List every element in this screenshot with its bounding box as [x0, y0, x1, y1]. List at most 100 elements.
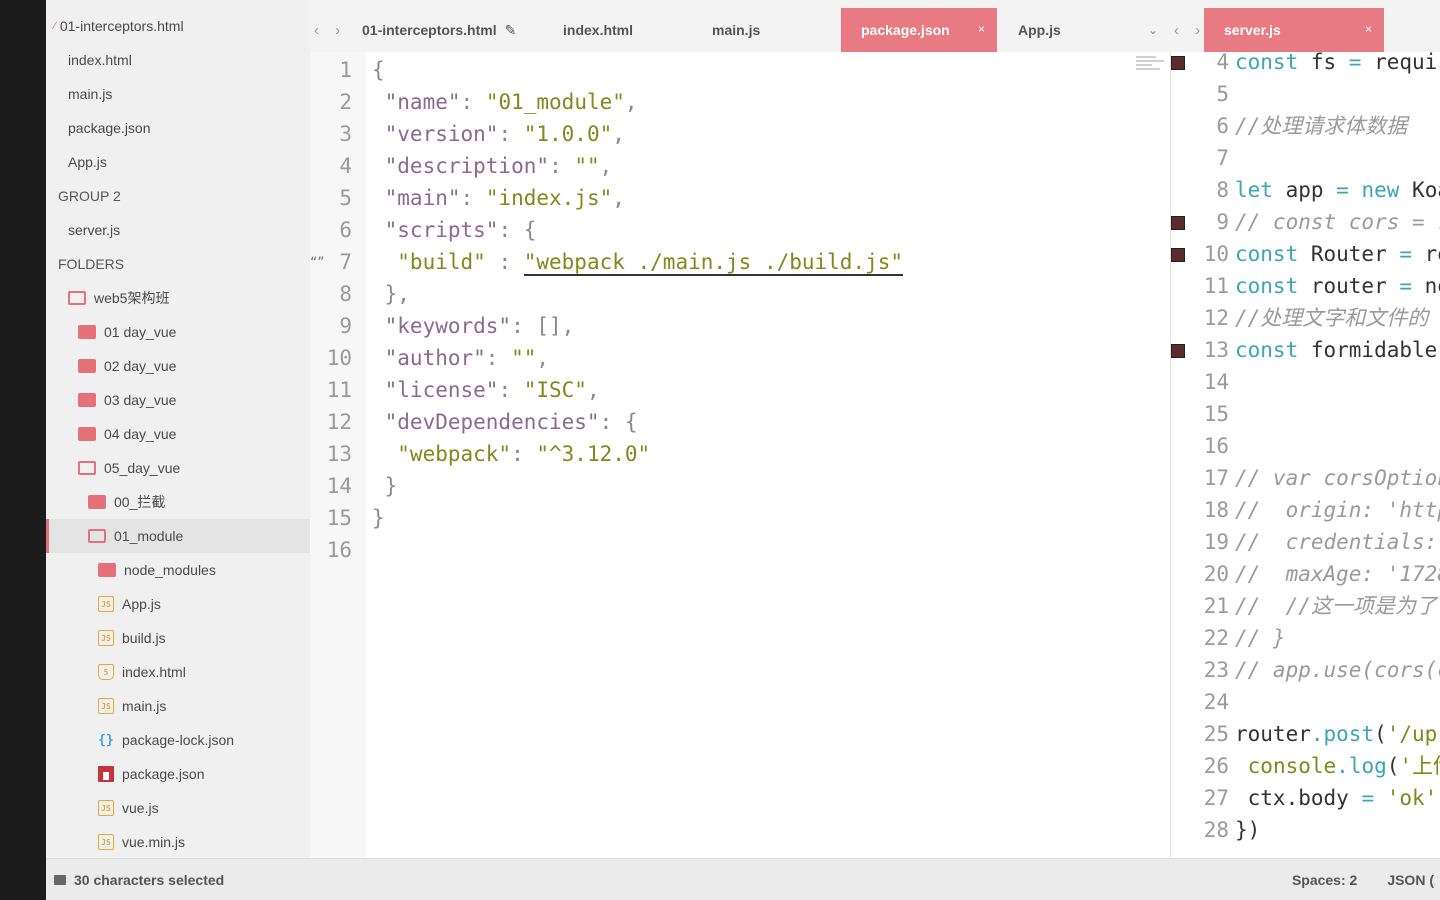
tab-server-js[interactable]: server.js ×: [1204, 8, 1384, 52]
tab-label: App.js: [1018, 22, 1061, 38]
line-number: 25: [1203, 722, 1229, 746]
code-editor-server-js[interactable]: 4const fs = require56//处理请求体数据78let app …: [1170, 52, 1440, 858]
code-token: ,: [586, 378, 600, 402]
code-line: 17// var corsOptions: [1171, 462, 1440, 494]
file-item[interactable]: {} package-lock.json: [46, 723, 310, 757]
code-line: 22// }: [1171, 622, 1440, 654]
code-line: 13const formidable =: [1171, 334, 1440, 366]
sidebar-item-label: 04 day_vue: [104, 426, 177, 442]
folder-item[interactable]: 03 day_vue: [46, 383, 310, 417]
open-file-item[interactable]: server.js: [46, 213, 310, 247]
sidebar-item-label: web5架构班: [94, 290, 170, 306]
code-token: post: [1323, 722, 1375, 746]
code-line: 13 "webpack": "^3.12.0": [310, 438, 1170, 470]
open-file-item[interactable]: index.html: [46, 43, 310, 77]
code-text: }: [372, 502, 385, 534]
line-number: 15: [1203, 402, 1229, 426]
code-token: "keywords": [372, 314, 512, 338]
bookmark-icon: “”: [310, 255, 325, 269]
line-number: 16: [326, 538, 352, 562]
code-token: :: [549, 154, 575, 178]
folder-item[interactable]: 00_拦截: [46, 485, 310, 519]
code-editor-package-json[interactable]: 1{2 "name": "01_module", 3 "version": "1.…: [310, 52, 1170, 858]
line-number: 12: [326, 410, 352, 434]
code-token: ,: [612, 186, 625, 210]
tab-package-json[interactable]: package.json ×: [841, 8, 997, 52]
code-line: 8 },: [310, 278, 1170, 310]
code-text: const formidable =: [1235, 334, 1440, 366]
sidebar-item-label: package-lock.json: [122, 732, 235, 748]
tab-nav-arrows-right[interactable]: ‹ ›: [1174, 8, 1206, 52]
line-number: 9: [339, 314, 352, 338]
close-icon[interactable]: ×: [978, 22, 985, 36]
tab-01-interceptors[interactable]: 01-interceptors.html ✎: [362, 8, 532, 52]
syntax-setting[interactable]: JSON (: [1387, 872, 1434, 888]
folder-item[interactable]: 04 day_vue: [46, 417, 310, 451]
file-item[interactable]: 5 index.html: [46, 655, 310, 689]
code-token: require: [1374, 52, 1440, 74]
open-file-item[interactable]: package.json: [46, 111, 310, 145]
code-token: app: [1272, 178, 1337, 202]
tab-index-html[interactable]: index.html: [563, 8, 663, 52]
code-line: 14 }: [310, 470, 1170, 502]
file-item[interactable]: JS App.js: [46, 587, 310, 621]
code-text: // }: [1235, 622, 1286, 654]
code-line: 23// app.use(cors(c: [1171, 654, 1440, 686]
close-icon[interactable]: ×: [1365, 22, 1372, 36]
code-text: ctx.body = 'ok';: [1235, 782, 1440, 814]
folder-item[interactable]: 05_day_vue: [46, 451, 310, 485]
code-token: '上传: [1399, 754, 1440, 778]
tab-label: main.js: [712, 22, 761, 38]
tab-main-js[interactable]: main.js: [712, 8, 812, 52]
code-line: 9// const cors = re: [1171, 206, 1440, 238]
code-line: 15: [1171, 398, 1440, 430]
code-token: "webpack": [372, 442, 512, 466]
sidebar-item-label: App.js: [68, 154, 107, 170]
folder-item[interactable]: node_modules: [46, 553, 310, 587]
file-item[interactable]: package.json: [46, 757, 310, 791]
indentation-setting[interactable]: Spaces: 2: [1292, 872, 1357, 888]
code-text: //处理请求体数据: [1235, 110, 1407, 142]
folder-item[interactable]: 01_module: [46, 519, 310, 553]
sidebar-item-label: 02 day_vue: [104, 358, 177, 374]
code-token: const: [1235, 338, 1299, 362]
file-item[interactable]: JS vue.min.js: [46, 825, 310, 859]
code-line: 7 “” "build" : "webpack ./main.js ./build…: [310, 246, 1170, 278]
open-file-item[interactable]: ⁄ 01-interceptors.html: [46, 9, 310, 43]
line-number: 11: [1203, 274, 1229, 298]
js-file-icon: JS: [98, 630, 114, 646]
line-number: 19: [1203, 530, 1229, 554]
code-token: "build": [372, 250, 486, 274]
status-bar: 30 characters selected Spaces: 2 JSON (: [46, 858, 1440, 900]
line-number: 22: [1203, 626, 1229, 650]
sidebar-item-label: server.js: [68, 222, 121, 238]
file-item[interactable]: JS main.js: [46, 689, 310, 723]
code-token: },: [372, 282, 410, 306]
tab-nav-arrows[interactable]: ‹ ›: [314, 8, 346, 52]
open-file-item[interactable]: App.js: [46, 145, 310, 179]
code-text: "name": "01_module",: [372, 86, 638, 118]
folder-item[interactable]: web5架构班: [46, 281, 310, 315]
code-line: 27 ctx.body = 'ok';: [1171, 782, 1440, 814]
folder-open-icon: [68, 291, 86, 305]
file-item[interactable]: JS build.js: [46, 621, 310, 655]
folder-item[interactable]: 01 day_vue: [46, 315, 310, 349]
panel-toggle-icon[interactable]: [54, 875, 66, 885]
error-marker-icon: [1171, 344, 1185, 358]
code-line: 1{: [310, 54, 1170, 86]
folder-item[interactable]: 02 day_vue: [46, 349, 310, 383]
sidebar-item-label: main.js: [122, 698, 167, 714]
code-token: let: [1235, 178, 1273, 202]
chevron-down-icon[interactable]: ⌄: [1148, 8, 1158, 52]
code-text: const Router = req: [1235, 238, 1440, 270]
json-file-icon: {}: [98, 732, 114, 748]
line-number: 11: [326, 378, 352, 402]
file-item[interactable]: JS vue.js: [46, 791, 310, 825]
folder-icon: [78, 359, 96, 373]
open-file-item[interactable]: main.js: [46, 77, 310, 111]
line-number: 26: [1203, 754, 1229, 778]
tab-app-js[interactable]: App.js: [1018, 8, 1118, 52]
sidebar-item-label: vue.min.js: [122, 834, 186, 850]
code-text: // //这一项是为了: [1235, 590, 1437, 622]
